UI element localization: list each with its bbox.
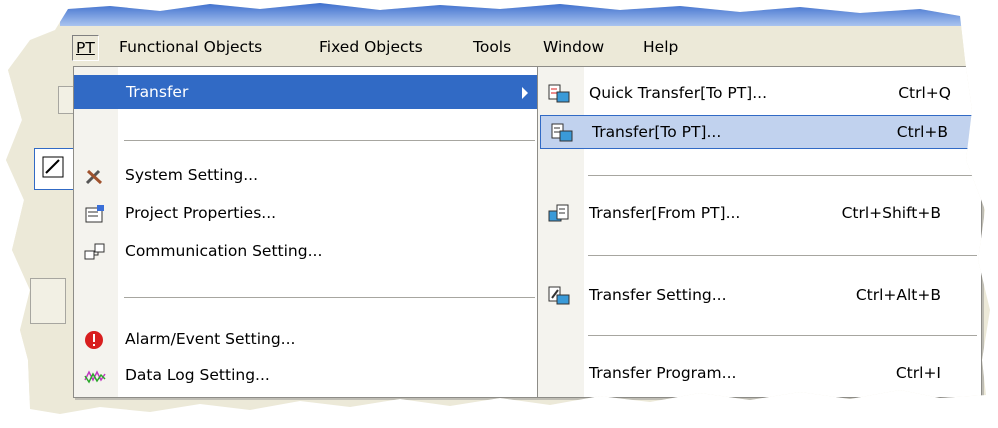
menu-functional-objects[interactable]: Functional Objects (116, 35, 265, 59)
menu-separator (588, 335, 977, 336)
menu-window[interactable]: Window (540, 35, 607, 59)
title-bar-strip (60, 3, 970, 26)
submenu-arrow-icon (522, 87, 528, 99)
menu-item-label: Data Log Setting... (125, 366, 270, 384)
menu-item-alarm-event-setting[interactable]: Alarm/Event Setting... (74, 323, 539, 357)
menu-item-label: Transfer[To PT]... (592, 123, 722, 141)
menu-item-label: Quick Transfer[To PT]... (589, 84, 768, 102)
menu-item-quick-transfer[interactable]: Quick Transfer[To PT]... Ctrl+Q (538, 77, 981, 111)
quick-transfer-icon (548, 84, 570, 103)
alarm-icon (85, 331, 103, 349)
app-toolbar-left (6, 60, 76, 400)
menu-item-shortcut: Ctrl+Q (898, 84, 951, 102)
menu-item-label: Transfer Program... (589, 364, 737, 382)
properties-icon (85, 205, 104, 223)
menu-item-communication-setting[interactable]: Communication Setting... (74, 235, 539, 269)
menu-bar: PT Functional Objects Fixed Objects Tool… (60, 26, 980, 66)
menu-item-transfer-to-pt[interactable]: Transfer[To PT]... Ctrl+B (540, 115, 979, 149)
network-icon (84, 243, 105, 260)
menu-item-label: Transfer (126, 83, 189, 101)
transfer-submenu: Quick Transfer[To PT]... Ctrl+Q Transfer… (537, 66, 982, 398)
menu-item-transfer-program[interactable]: Transfer Program... Ctrl+I (538, 357, 981, 391)
tools-icon (85, 169, 103, 185)
menu-item-label: Transfer[From PT]... (589, 204, 741, 222)
menu-separator (588, 255, 977, 256)
menu-item-system-setting[interactable]: System Setting... (74, 159, 539, 193)
menu-separator (124, 297, 535, 298)
menu-item-shortcut: Ctrl+I (895, 364, 941, 382)
toolbar-button-selected[interactable] (34, 148, 76, 190)
menu-separator (124, 140, 535, 141)
menu-item-shortcut: Ctrl+Alt+B (855, 286, 941, 304)
toolbar-button-lower[interactable] (30, 278, 66, 324)
menu-item-label: Transfer Setting... (589, 286, 727, 304)
menu-item-shortcut: Ctrl+Shift+B (841, 204, 941, 222)
menu-help[interactable]: Help (640, 35, 681, 59)
menu-item-label: Project Properties... (125, 204, 277, 222)
menu-item-label: Alarm/Event Setting... (125, 330, 296, 348)
datalog-icon (84, 370, 106, 384)
menu-tools[interactable]: Tools (470, 35, 514, 59)
draw-icon (42, 156, 64, 178)
menu-item-label: Communication Setting... (125, 242, 323, 260)
menu-item-transfer-from-pt[interactable]: Transfer[From PT]... Ctrl+Shift+B (538, 197, 981, 231)
menu-item-shortcut: Ctrl+B (896, 123, 948, 141)
menu-item-project-properties[interactable]: Project Properties... (74, 197, 539, 231)
menu-item-label: System Setting... (125, 166, 259, 184)
screenshot-canvas: PT Functional Objects Fixed Objects Tool… (0, 0, 998, 428)
torn-paper-background: PT Functional Objects Fixed Objects Tool… (6, 3, 990, 414)
menu-item-data-log-setting[interactable]: Data Log Setting... (74, 359, 539, 393)
transfer-setting-icon (548, 286, 570, 305)
toolbar-button-partial[interactable] (58, 86, 74, 114)
menu-item-transfer[interactable]: Transfer (74, 75, 539, 109)
menu-fixed-objects[interactable]: Fixed Objects (316, 35, 426, 59)
transfer-from-pt-icon (548, 204, 569, 222)
menu-separator (588, 175, 977, 176)
menu-item-transfer-setting[interactable]: Transfer Setting... Ctrl+Alt+B (538, 279, 981, 313)
pt-menu: Transfer System Setting... Project Prope… (73, 66, 540, 398)
transfer-to-pt-icon (551, 123, 573, 142)
menu-pt[interactable]: PT (72, 35, 99, 61)
